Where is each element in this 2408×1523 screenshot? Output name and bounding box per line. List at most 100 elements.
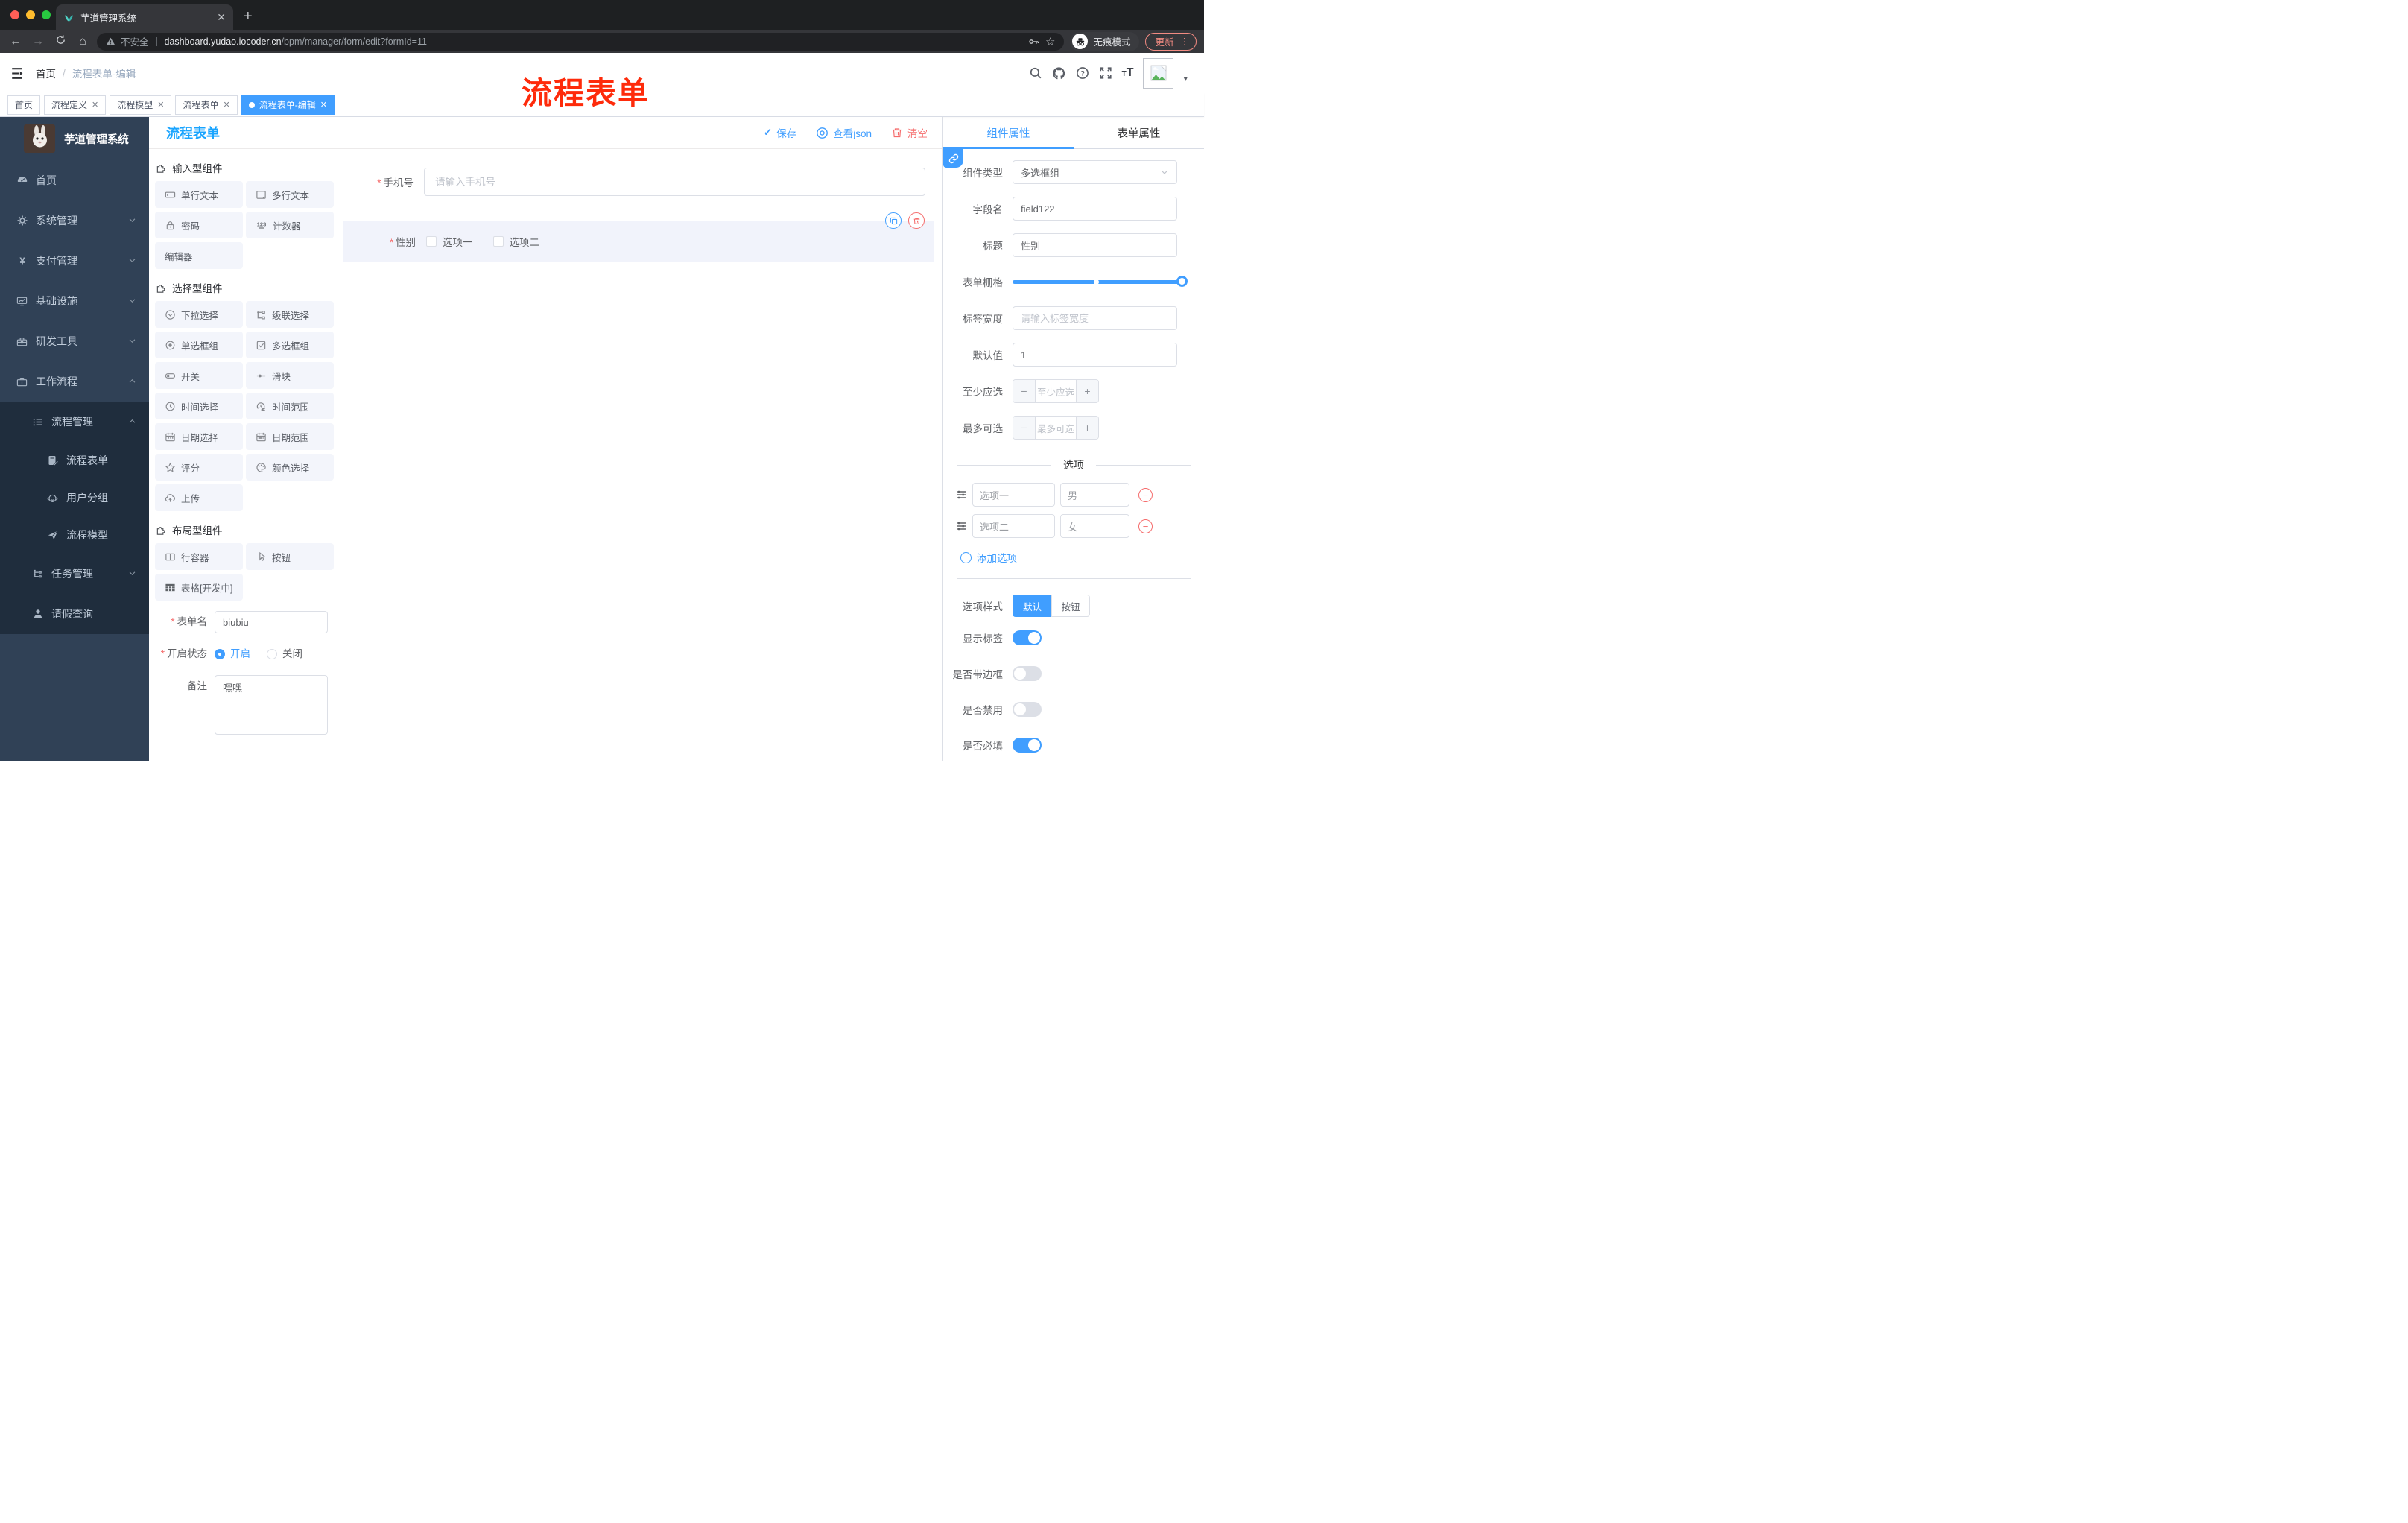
- security-label[interactable]: 不安全: [121, 34, 149, 48]
- github-icon[interactable]: [1052, 66, 1066, 80]
- slider-track[interactable]: [1013, 275, 1188, 287]
- palette-item-表格[开发中][interactable]: 表格[开发中]: [155, 574, 243, 601]
- address-bar[interactable]: 不安全 dashboard.yudao.iocoder.cn/bpm/manag…: [97, 32, 1065, 51]
- palette-item-下拉选择[interactable]: 下拉选择: [155, 301, 243, 328]
- style-option-默认[interactable]: 默认: [1013, 595, 1051, 617]
- palette-item-颜色选择[interactable]: 颜色选择: [246, 454, 334, 481]
- page-tab-流程表单-编辑[interactable]: 流程表单-编辑 ✕: [241, 95, 335, 115]
- add-option-button[interactable]: + 添加选项: [960, 550, 1204, 565]
- tab-close-icon[interactable]: ✕: [157, 100, 164, 110]
- max-checked-placeholder[interactable]: 最多可选: [1035, 417, 1077, 439]
- page-tab-流程模型[interactable]: 流程模型 ✕: [110, 95, 172, 115]
- clear-button[interactable]: 清空: [891, 125, 928, 140]
- title-input[interactable]: [1013, 233, 1177, 257]
- gender-option-选项一[interactable]: 选项一: [426, 234, 473, 249]
- sidebar-item-系统管理[interactable]: 系统管理: [0, 200, 149, 241]
- palette-item-开关[interactable]: 开关: [155, 362, 243, 389]
- stepper-plus-button[interactable]: +: [1077, 380, 1098, 402]
- field-name-input[interactable]: [1013, 197, 1177, 221]
- page-tab-首页[interactable]: 首页: [7, 95, 41, 115]
- sidebar-item-流程表单[interactable]: 流程表单: [0, 442, 149, 479]
- view-json-button[interactable]: 查看json: [816, 125, 872, 140]
- palette-item-单行文本[interactable]: 单行文本: [155, 181, 243, 208]
- option-label-input[interactable]: [972, 514, 1055, 538]
- checkbox-icon[interactable]: [492, 236, 504, 247]
- forward-button[interactable]: →: [30, 35, 46, 48]
- option-value-input[interactable]: [1060, 514, 1129, 538]
- stepper-plus-button[interactable]: +: [1077, 417, 1098, 439]
- password-key-icon[interactable]: [1028, 36, 1040, 48]
- label-width-input[interactable]: [1013, 306, 1177, 330]
- sidebar-item-工作流程[interactable]: 工作流程: [0, 361, 149, 402]
- help-question-icon[interactable]: ?: [1076, 66, 1089, 80]
- palette-item-多选框组[interactable]: 多选框组: [246, 332, 334, 358]
- toggle-是否带边框[interactable]: [1013, 666, 1042, 681]
- palette-item-日期选择[interactable]: 日期选择: [155, 423, 243, 450]
- palette-item-密码[interactable]: 密码: [155, 212, 243, 238]
- grid-slider[interactable]: [1013, 270, 1188, 294]
- stepper-minus-button[interactable]: −: [1013, 380, 1035, 402]
- sidebar-item-任务管理[interactable]: 任务管理: [0, 554, 149, 594]
- form-canvas[interactable]: *手机号 *性别 选项一 选项二: [340, 149, 942, 762]
- avatar[interactable]: [1143, 57, 1174, 89]
- palette-item-编辑器[interactable]: 编辑器: [155, 242, 243, 269]
- palette-item-级联选择[interactable]: 级联选择: [246, 301, 334, 328]
- drag-handle-icon[interactable]: [955, 489, 967, 501]
- logo-row[interactable]: 芋道管理系统: [0, 117, 149, 160]
- window-minimize-button[interactable]: [26, 10, 35, 19]
- drag-handle-icon[interactable]: [955, 520, 967, 532]
- tab-close-icon[interactable]: ✕: [320, 100, 327, 110]
- component-type-select[interactable]: 多选框组: [1013, 160, 1177, 184]
- reload-button[interactable]: [52, 34, 69, 49]
- browser-update-button[interactable]: 更新 ⋮: [1145, 32, 1197, 51]
- gender-option-选项二[interactable]: 选项二: [492, 234, 539, 249]
- phone-input[interactable]: [424, 168, 925, 196]
- search-icon[interactable]: [1029, 66, 1042, 80]
- palette-item-按钮[interactable]: 按钮: [246, 543, 334, 570]
- home-button[interactable]: ⌂: [75, 35, 91, 48]
- page-tab-流程表单[interactable]: 流程表单 ✕: [175, 95, 238, 115]
- avatar-caret-icon[interactable]: ▾: [1183, 74, 1188, 83]
- window-zoom-button[interactable]: [42, 10, 51, 19]
- bookmark-star-icon[interactable]: ☆: [1045, 35, 1055, 48]
- phone-field-row[interactable]: * 手机号: [340, 168, 942, 196]
- sidebar-item-基础设施[interactable]: 基础设施: [0, 281, 149, 321]
- url-text[interactable]: dashboard.yudao.iocoder.cn/bpm/manager/f…: [165, 37, 427, 47]
- palette-item-时间范围[interactable]: 时间范围: [246, 393, 334, 419]
- sidebar-item-流程管理[interactable]: 流程管理: [0, 402, 149, 442]
- palette-item-日期范围[interactable]: 日期范围: [246, 423, 334, 450]
- default-value-input[interactable]: [1013, 343, 1177, 367]
- copy-component-button[interactable]: [885, 212, 902, 229]
- link-handle-button[interactable]: [943, 149, 963, 168]
- palette-item-单选框组[interactable]: 单选框组: [155, 332, 243, 358]
- fullscreen-icon[interactable]: [1099, 66, 1112, 80]
- tab-form-props[interactable]: 表单属性: [1074, 117, 1204, 148]
- sidebar-item-流程模型[interactable]: 流程模型: [0, 516, 149, 554]
- palette-item-时间选择[interactable]: 时间选择: [155, 393, 243, 419]
- palette-item-行容器[interactable]: 行容器: [155, 543, 243, 570]
- sidebar-item-首页[interactable]: 首页: [0, 160, 149, 200]
- remove-option-button[interactable]: −: [1138, 519, 1153, 533]
- sidebar-item-请假查询[interactable]: 请假查询: [0, 594, 149, 634]
- tab-close-icon[interactable]: ✕: [92, 100, 98, 110]
- sidebar-collapse-icon[interactable]: [9, 66, 25, 80]
- slider-handle[interactable]: [1176, 275, 1188, 287]
- style-option-按钮[interactable]: 按钮: [1051, 595, 1090, 617]
- palette-item-上传[interactable]: 上传: [155, 484, 243, 511]
- form-name-input[interactable]: [215, 611, 328, 633]
- palette-item-滑块[interactable]: 滑块: [246, 362, 334, 389]
- browser-tab[interactable]: 芋道管理系统 ✕: [56, 4, 233, 30]
- browser-menu-dots-icon[interactable]: ⋮: [1180, 36, 1190, 47]
- option-value-input[interactable]: [1060, 483, 1129, 507]
- font-size-icon[interactable]: TT: [1122, 66, 1134, 80]
- selected-component-block[interactable]: * 性别 选项一 选项二: [343, 212, 934, 262]
- stepper-minus-button[interactable]: −: [1013, 417, 1035, 439]
- new-tab-button[interactable]: +: [244, 8, 253, 25]
- toggle-显示标签[interactable]: [1013, 630, 1042, 645]
- option-label-input[interactable]: [972, 483, 1055, 507]
- checkbox-icon[interactable]: [426, 236, 437, 247]
- save-button[interactable]: ✓ 保存: [764, 125, 796, 140]
- tab-close-icon[interactable]: ✕: [224, 100, 230, 110]
- sidebar-item-支付管理[interactable]: ¥ 支付管理: [0, 241, 149, 281]
- palette-item-计数器[interactable]: 123 计数器: [246, 212, 334, 238]
